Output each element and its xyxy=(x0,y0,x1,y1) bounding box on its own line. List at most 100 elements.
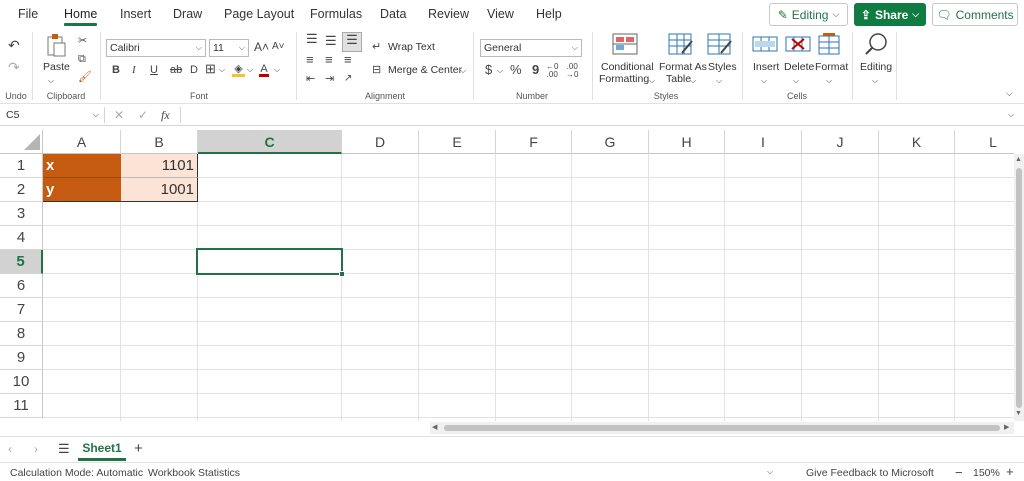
scroll-left-icon[interactable]: ◀ xyxy=(432,423,437,431)
format-as-table-label-2[interactable]: Table xyxy=(666,73,691,85)
column-header-d[interactable]: D xyxy=(342,130,419,154)
delete-cells-label[interactable]: Delete xyxy=(784,61,814,73)
paste-button[interactable] xyxy=(46,33,66,57)
column-header-h[interactable]: H xyxy=(649,130,725,154)
column-header-a[interactable]: A xyxy=(43,130,121,154)
column-header-k[interactable]: K xyxy=(879,130,955,154)
horizontal-scrollbar[interactable]: ◀ ▶ xyxy=(430,422,1014,434)
vertical-scroll-thumb[interactable] xyxy=(1016,168,1022,408)
percent-button[interactable]: % xyxy=(510,63,522,77)
chevron-down-icon[interactable]: ⌵ xyxy=(247,63,253,77)
tab-draw[interactable]: Draw xyxy=(173,7,202,21)
chevron-down-icon[interactable]: ⌵ xyxy=(716,74,722,88)
ribbon-collapse-icon[interactable]: ⌵ xyxy=(1006,86,1013,100)
number-format-select[interactable]: General ⌵ xyxy=(480,39,582,57)
bold-button[interactable]: B xyxy=(112,63,120,77)
chevron-down-icon[interactable]: ⌵ xyxy=(649,74,655,88)
insert-cells-label[interactable]: Insert xyxy=(753,61,779,73)
chevron-down-icon[interactable]: ⌵ xyxy=(690,74,696,88)
format-as-table-icon[interactable] xyxy=(668,33,694,58)
row-header-9[interactable]: 9 xyxy=(0,346,43,370)
align-bottom-icon[interactable]: ☰ xyxy=(342,32,362,52)
tab-home[interactable]: Home xyxy=(64,7,97,21)
decrease-indent-icon[interactable]: ⇤ xyxy=(306,72,315,86)
confirm-icon[interactable]: ✓ xyxy=(138,108,148,122)
formula-input[interactable] xyxy=(186,106,1006,124)
undo-icon[interactable]: ↶ xyxy=(8,38,20,52)
chevron-down-icon[interactable]: ⌵ xyxy=(48,74,54,88)
cell-a1[interactable]: x xyxy=(43,154,121,178)
editing-group-button[interactable]: Editing xyxy=(860,61,892,73)
row-header-5[interactable]: 5 xyxy=(0,250,43,274)
cancel-icon[interactable]: ✕ xyxy=(114,108,124,122)
vertical-scrollbar[interactable]: ▲ ▼ xyxy=(1014,154,1024,421)
wrap-text-button[interactable]: Wrap Text xyxy=(388,41,435,53)
comma-style-button[interactable]: 9 xyxy=(532,63,539,77)
cell-b1[interactable]: 1101 xyxy=(121,154,198,178)
format-cells-label[interactable]: Format xyxy=(815,61,848,73)
tab-data[interactable]: Data xyxy=(380,7,406,21)
cell-a2[interactable]: y xyxy=(43,178,121,202)
chevron-down-icon[interactable]: ⌵ xyxy=(767,467,773,477)
sheet-tab-sheet1[interactable]: Sheet1 xyxy=(78,437,126,461)
align-middle-icon[interactable]: ☰ xyxy=(325,34,337,48)
conditional-formatting-label-2[interactable]: Formatting xyxy=(599,73,649,85)
row-header-1[interactable]: 1 xyxy=(0,154,43,178)
decrease-decimal-icon[interactable]: .00 →0 xyxy=(566,63,578,79)
zoom-out-icon[interactable]: − xyxy=(955,465,963,480)
cell-styles-label[interactable]: Styles xyxy=(708,61,737,73)
redo-icon[interactable]: ↷ xyxy=(8,60,20,74)
cell-b2[interactable]: 1001 xyxy=(121,178,198,202)
column-header-f[interactable]: F xyxy=(496,130,572,154)
format-painter-icon[interactable]: 🖌 xyxy=(78,70,92,84)
selected-cell-c5[interactable] xyxy=(196,248,343,275)
merge-icon[interactable]: ⊟ xyxy=(372,63,381,77)
calculation-mode[interactable]: Calculation Mode: Automatic xyxy=(10,467,143,479)
add-sheet-icon[interactable]: + xyxy=(134,440,143,457)
increase-decimal-icon[interactable]: ←0.00 xyxy=(546,63,558,79)
chevron-down-icon[interactable]: ⌵ xyxy=(761,74,767,88)
column-header-j[interactable]: J xyxy=(802,130,879,154)
format-cells-icon[interactable] xyxy=(818,33,842,58)
font-family-select[interactable]: Calibri ⌵ xyxy=(106,39,206,57)
row-header-7[interactable]: 7 xyxy=(0,298,43,322)
merge-center-button[interactable]: Merge & Center xyxy=(388,64,462,76)
underline-button[interactable]: U xyxy=(150,63,158,77)
row-header-10[interactable]: 10 xyxy=(0,370,43,394)
align-top-icon[interactable]: ☰ xyxy=(306,32,318,46)
chevron-down-icon[interactable]: ⌵ xyxy=(460,64,466,78)
fill-handle[interactable] xyxy=(339,271,345,277)
strikethrough-icon[interactable]: ab xyxy=(170,63,182,77)
wrap-text-icon[interactable]: ↵ xyxy=(372,40,381,54)
cut-icon[interactable]: ✂ xyxy=(78,34,87,48)
format-as-table-label[interactable]: Format As xyxy=(659,61,707,73)
font-color-icon[interactable]: A xyxy=(259,62,269,77)
delete-cells-icon[interactable] xyxy=(785,36,811,55)
tab-insert[interactable]: Insert xyxy=(120,7,151,21)
all-sheets-icon[interactable]: ☰ xyxy=(58,441,70,457)
chevron-down-icon[interactable]: ⌵ xyxy=(793,74,799,88)
row-header-2[interactable]: 2 xyxy=(0,178,43,202)
workbook-statistics[interactable]: Workbook Statistics xyxy=(148,467,240,479)
chevron-down-icon[interactable]: ⌵ xyxy=(274,63,280,77)
increase-indent-icon[interactable]: ⇥ xyxy=(325,72,334,86)
tab-help[interactable]: Help xyxy=(536,7,562,21)
insert-cells-icon[interactable] xyxy=(752,36,778,55)
orientation-icon[interactable]: ↗ xyxy=(344,72,352,86)
column-header-l[interactable]: L xyxy=(955,130,1014,154)
row-header-3[interactable]: 3 xyxy=(0,202,43,226)
tab-file[interactable]: File xyxy=(18,7,38,21)
currency-button[interactable]: $ xyxy=(485,63,492,77)
align-right-icon[interactable]: ≡ xyxy=(344,53,352,67)
double-underline-icon[interactable]: D xyxy=(190,63,198,77)
share-button[interactable]: ⇪ Share ⌵ xyxy=(854,3,926,26)
select-all-corner[interactable] xyxy=(0,130,43,154)
comments-button[interactable]: 🗨 Comments xyxy=(932,3,1018,26)
name-box[interactable]: C5 ⌵ xyxy=(2,106,102,124)
chevron-down-icon[interactable]: ⌵ xyxy=(826,74,832,88)
row-header-8[interactable]: 8 xyxy=(0,322,43,346)
tab-review[interactable]: Review xyxy=(428,7,469,21)
prev-sheet-icon[interactable]: ‹ xyxy=(8,442,12,456)
decrease-font-icon[interactable]: A˅ xyxy=(272,40,285,54)
next-sheet-icon[interactable]: › xyxy=(34,442,38,456)
